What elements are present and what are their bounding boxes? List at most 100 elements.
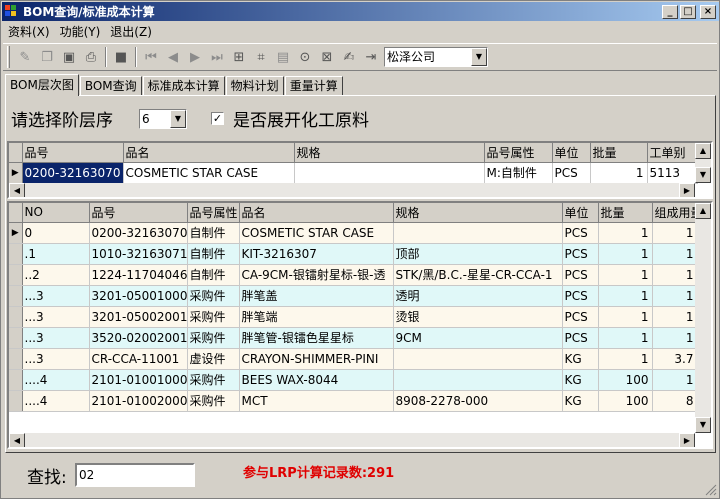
level-select[interactable]: 6 ▼ <box>139 109 187 129</box>
cell-spec[interactable] <box>393 222 563 244</box>
column-header-spec[interactable]: 规格 <box>393 203 563 223</box>
table-row[interactable]: ....4 2101-01001000 采购件 BEES WAX-8044 KG… <box>9 369 698 391</box>
table-row[interactable]: ...3 CR-CCA-11001 虚设件 CRAYON-SHIMMER-PIN… <box>9 348 698 370</box>
copy-icon[interactable]: ❐ <box>36 46 58 68</box>
cell-attr[interactable]: 采购件 <box>187 327 240 349</box>
expand-chemical-checkbox[interactable]: ✓ <box>211 112 224 125</box>
new-icon[interactable]: ✎ <box>14 46 36 68</box>
tab-standard-cost[interactable]: 标准成本计算 <box>142 76 225 96</box>
cell-attr[interactable]: 自制件 <box>187 264 240 286</box>
calculate-icon[interactable]: ▤ <box>272 46 294 68</box>
cell-spec[interactable]: 9CM <box>393 327 563 349</box>
cell-qty[interactable]: 1 <box>590 162 648 184</box>
column-header-usage[interactable]: 组成用量 <box>652 203 698 223</box>
tab-bom-hierarchy[interactable]: BOM层次图 <box>5 74 79 96</box>
column-header-code[interactable]: 品号 <box>22 143 124 163</box>
cell-qty[interactable]: 1 <box>598 243 653 265</box>
cell-code[interactable]: 1010-32163071 <box>89 243 188 265</box>
cell-usage[interactable]: 1 <box>652 243 698 265</box>
cell-no[interactable]: ...3 <box>22 306 90 328</box>
cell-attr[interactable]: 自制件 <box>187 222 240 244</box>
previous-record-icon[interactable]: ◀ <box>162 46 184 68</box>
tab-material-plan[interactable]: 物料计划 <box>225 76 284 96</box>
cell-usage[interactable]: 1 <box>652 222 698 244</box>
column-header-attr[interactable]: 品号属性 <box>484 143 553 163</box>
column-header-qty[interactable]: 批量 <box>590 143 648 163</box>
cell-qty[interactable]: 100 <box>598 390 653 412</box>
cell-no[interactable]: .1 <box>22 243 90 265</box>
menu-exit[interactable]: 退出(Z) <box>105 23 157 40</box>
cell-name[interactable]: 胖笔管-银镭色星星标 <box>239 327 394 349</box>
column-header-no[interactable]: NO <box>22 203 90 223</box>
cell-spec[interactable] <box>294 162 485 184</box>
cell-code[interactable]: 3520-02002001 <box>89 327 188 349</box>
chevron-down-icon[interactable]: ▼ <box>471 48 487 66</box>
cell-unit[interactable]: PCS <box>562 264 599 286</box>
cell-qty[interactable]: 1 <box>598 348 653 370</box>
cell-qty[interactable]: 1 <box>598 285 653 307</box>
cell-no[interactable]: ...3 <box>22 327 90 349</box>
print-icon[interactable]: ⎙ <box>80 46 102 68</box>
column-header-name[interactable]: 品名 <box>239 203 394 223</box>
table-row[interactable]: ▶ 0 0200-32163070 自制件 COSMETIC STAR CASE… <box>9 222 698 244</box>
cell-attr[interactable]: M:自制件 <box>484 162 553 184</box>
cell-attr[interactable]: 自制件 <box>187 243 240 265</box>
scroll-right-icon[interactable]: ▶ <box>679 433 695 447</box>
column-header-unit[interactable]: 单位 <box>552 143 591 163</box>
exit-door-icon[interactable]: ⇥ <box>360 46 382 68</box>
cell-code[interactable]: 3201-05001000 <box>89 285 188 307</box>
cell-usage[interactable]: 1 <box>652 369 698 391</box>
column-header-name[interactable]: 品名 <box>123 143 295 163</box>
table-row[interactable]: ...3 3201-05001000 采购件 胖笔盖 透明 PCS 1 1 <box>9 285 698 307</box>
cell-attr[interactable]: 虚设件 <box>187 348 240 370</box>
edit-icon[interactable]: ✍ <box>338 46 360 68</box>
column-header-order[interactable]: 工单别 <box>647 143 698 163</box>
cell-usage[interactable]: 1 <box>652 327 698 349</box>
column-header-spec[interactable]: 规格 <box>294 143 485 163</box>
cell-qty[interactable]: 1 <box>598 327 653 349</box>
cell-spec[interactable] <box>393 369 563 391</box>
table-row[interactable]: ....4 2101-01002000 采购件 MCT 8908-2278-00… <box>9 390 698 412</box>
minimize-button[interactable]: _ <box>662 4 678 19</box>
table-row[interactable]: ▶ 0200-32163070 COSMETIC STAR CASE M:自制件… <box>9 162 698 184</box>
cell-usage[interactable]: 8 <box>652 390 698 412</box>
cell-attr[interactable]: 采购件 <box>187 369 240 391</box>
scroll-left-icon[interactable]: ◀ <box>9 183 25 197</box>
cell-code[interactable]: 1224-11704046 <box>89 264 188 286</box>
last-record-icon[interactable]: ⏭ <box>206 46 228 68</box>
cell-attr[interactable]: 采购件 <box>187 306 240 328</box>
cell-name[interactable]: KIT-3216307 <box>239 243 394 265</box>
tab-weight-calc[interactable]: 重量计算 <box>284 76 343 96</box>
scroll-down-icon[interactable]: ▼ <box>695 417 711 433</box>
cell-no[interactable]: 0 <box>22 222 90 244</box>
chevron-down-icon[interactable]: ▼ <box>170 110 186 128</box>
cell-name[interactable]: 胖笔盖 <box>239 285 394 307</box>
cell-usage[interactable]: 3.7 <box>652 348 698 370</box>
scroll-up-icon[interactable]: ▲ <box>695 203 711 219</box>
cell-qty[interactable]: 1 <box>598 222 653 244</box>
cell-unit[interactable]: KG <box>562 390 599 412</box>
cell-unit[interactable]: KG <box>562 369 599 391</box>
cell-spec[interactable] <box>393 348 563 370</box>
cell-spec[interactable]: 顶部 <box>393 243 563 265</box>
company-select[interactable]: 松泽公司 ▼ <box>384 47 488 67</box>
table-row[interactable]: ...3 3201-05002001 采购件 胖笔端 烫银 PCS 1 1 <box>9 306 698 328</box>
column-header-qty[interactable]: 批量 <box>598 203 653 223</box>
cell-qty[interactable]: 1 <box>598 306 653 328</box>
cell-name[interactable]: CRAYON-SHIMMER-PINI <box>239 348 394 370</box>
stop-icon[interactable]: ■ <box>110 46 132 68</box>
cell-code[interactable]: 0200-32163070 <box>22 162 124 184</box>
scroll-left-icon[interactable]: ◀ <box>9 433 25 447</box>
toolbar-grip[interactable] <box>7 46 10 68</box>
cell-spec[interactable]: 透明 <box>393 285 563 307</box>
cell-spec[interactable]: STK/黑/B.C.-星星-CR-CCA-1 <box>393 264 563 286</box>
table-row[interactable]: ..2 1224-11704046 自制件 CA-9CM-银镭射星标-银-透 S… <box>9 264 698 286</box>
table-row[interactable]: .1 1010-32163071 自制件 KIT-3216307 顶部 PCS … <box>9 243 698 265</box>
resize-grip-icon[interactable] <box>705 484 717 496</box>
scroll-down-icon[interactable]: ▼ <box>695 167 711 183</box>
cell-code[interactable]: CR-CCA-11001 <box>89 348 188 370</box>
search-input[interactable]: 02 <box>75 463 195 487</box>
cell-unit[interactable]: KG <box>562 348 599 370</box>
cell-order[interactable]: 5113 <box>647 162 698 184</box>
column-header-attr[interactable]: 品号属性 <box>187 203 240 223</box>
